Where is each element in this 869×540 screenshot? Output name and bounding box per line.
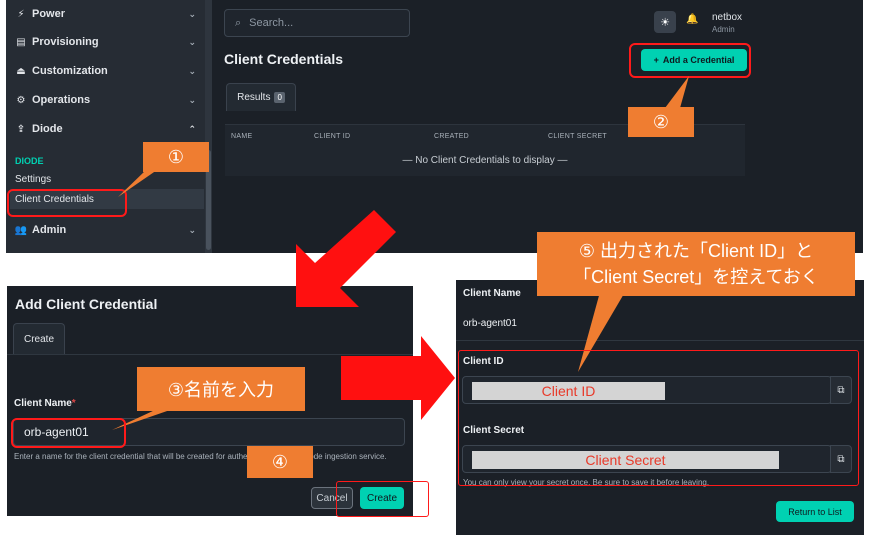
- callout-step4: ④: [247, 446, 313, 478]
- callout-step5: ⑤ 出力された「Client ID」と 「Client Secret」を控えてお…: [537, 232, 855, 296]
- highlight-credentials-output: [458, 350, 859, 486]
- highlight-client-name-input: [11, 418, 126, 448]
- highlight-create-button: [336, 481, 429, 517]
- red-arrow-right-icon: [341, 336, 455, 420]
- callout2-pointer: [665, 76, 689, 108]
- callout1-pointer: [118, 170, 157, 197]
- callout-step5-line1: ⑤ 出力された「Client ID」と: [578, 241, 814, 261]
- callout-step2: ②: [628, 107, 694, 137]
- red-arrow-down-left-icon: [296, 210, 396, 307]
- callout-step5-line2: 「Client Secret」を控えておく: [573, 267, 819, 287]
- callout-step1: ①: [143, 142, 209, 172]
- callout-step3: ③名前を入力: [137, 367, 305, 411]
